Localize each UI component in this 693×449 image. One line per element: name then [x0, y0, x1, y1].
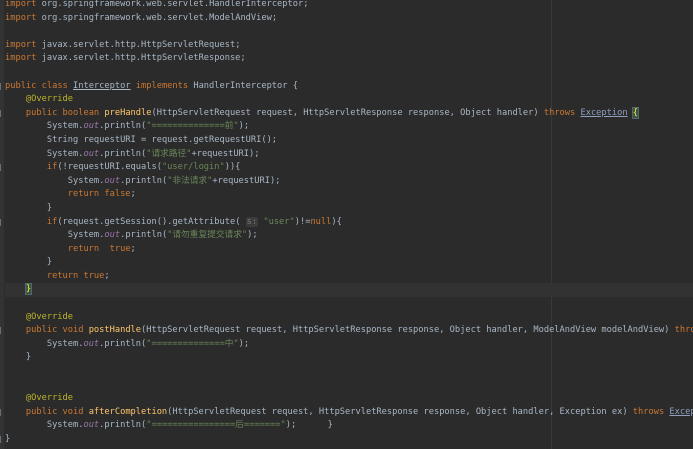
code-line[interactable]: public class Interceptor implements Hand…: [0, 80, 693, 94]
code-line[interactable]: public void afterCompletion(HttpServletR…: [0, 406, 693, 420]
code-line[interactable]: }: [0, 433, 693, 447]
text-caret: [31, 283, 33, 295]
code-line[interactable]: }: [5, 256, 693, 270]
code-lines[interactable]: import org.springframework.web.servlet.H…: [0, 0, 693, 447]
code-line[interactable]: public boolean preHandle(HttpServletRequ…: [0, 106, 693, 121]
fold-toggle-icon[interactable]: [0, 164, 5, 172]
code-line[interactable]: [5, 25, 693, 39]
code-line[interactable]: @Override: [5, 93, 693, 107]
code-line[interactable]: return true;: [5, 270, 693, 284]
code-line[interactable]: import org.springframework.web.servlet.H…: [5, 0, 693, 12]
code-line[interactable]: @Override: [5, 311, 693, 325]
code-line[interactable]: public void postHandle(HttpServletReques…: [0, 324, 693, 338]
fold-toggle-icon[interactable]: [0, 327, 5, 335]
code-line[interactable]: if(!requestURI.equals("user/login")){: [0, 161, 693, 175]
code-line[interactable]: System.out.println("==============前");: [5, 120, 693, 134]
fold-toggle-icon[interactable]: [0, 218, 5, 226]
code-line[interactable]: }: [5, 351, 693, 365]
code-line[interactable]: return false;: [5, 188, 693, 202]
code-line[interactable]: import javax.servlet.http.HttpServletRes…: [5, 52, 693, 66]
code-line[interactable]: import javax.servlet.http.HttpServletReq…: [5, 39, 693, 53]
code-line[interactable]: @Override: [5, 392, 693, 406]
code-line[interactable]: System.out.println("非法请求"+requestURI);: [5, 175, 693, 189]
class-name-link: Interceptor: [73, 80, 131, 91]
code-line[interactable]: }: [5, 283, 693, 298]
code-line[interactable]: [5, 297, 693, 311]
code-editor[interactable]: import org.springframework.web.servlet.H…: [0, 0, 693, 449]
code-line[interactable]: if(request.getSession().getAttribute( s:…: [0, 216, 693, 230]
code-line[interactable]: [5, 365, 693, 379]
code-line[interactable]: [5, 66, 693, 80]
fold-toggle-icon[interactable]: [0, 82, 5, 90]
code-line[interactable]: System.out.println("================后===…: [5, 419, 693, 433]
code-line[interactable]: System.out.println("请求路径"+requestURI);: [5, 148, 693, 162]
fold-toggle-icon[interactable]: [0, 109, 5, 117]
code-line[interactable]: import org.springframework.web.servlet.M…: [5, 12, 693, 26]
code-line[interactable]: String requestURI = request.getRequestUR…: [5, 134, 693, 148]
code-line[interactable]: System.out.println("请勿重复提交请求");: [5, 229, 693, 243]
code-line[interactable]: System.out.println("==============中");: [5, 338, 693, 352]
fold-toggle-icon[interactable]: [0, 436, 5, 443]
code-line[interactable]: }: [5, 202, 693, 216]
code-line[interactable]: [5, 379, 693, 393]
fold-toggle-icon[interactable]: [0, 408, 5, 416]
code-line[interactable]: return true;: [5, 243, 693, 257]
